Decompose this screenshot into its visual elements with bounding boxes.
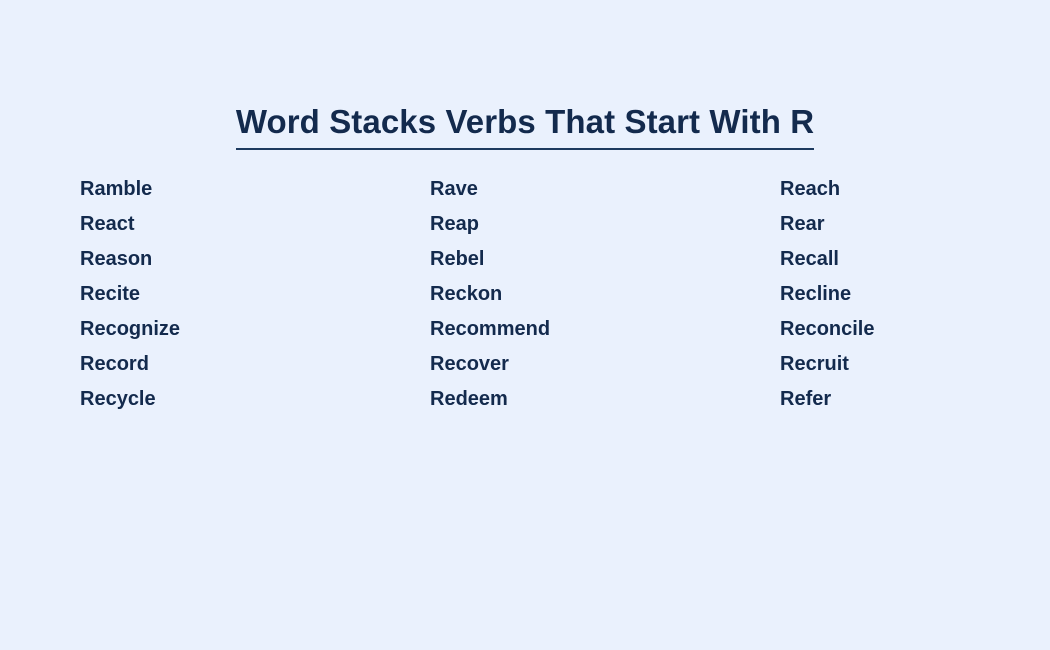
word-item: Reach: [780, 178, 841, 200]
word-grid: Ramble React Reason Recite Recognize Rec…: [80, 172, 980, 417]
word-item: Recover: [430, 353, 509, 375]
word-item: Recall: [780, 248, 839, 270]
word-item: Reap: [430, 213, 479, 235]
word-item: Rebel: [430, 248, 485, 270]
word-item: Recognize: [80, 318, 181, 340]
page-title: Word Stacks Verbs That Start With R: [235, 102, 815, 151]
word-item: Reconcile: [780, 318, 875, 340]
word-item: Record: [80, 353, 149, 375]
word-item: Recruit: [780, 353, 849, 375]
word-item: Recommend: [430, 318, 551, 340]
word-item: Refer: [780, 388, 832, 410]
word-item: Rear: [780, 213, 825, 235]
word-item: React: [80, 213, 135, 235]
word-item: Redeem: [430, 388, 508, 410]
word-item: Recline: [780, 283, 852, 305]
word-item: Recite: [80, 283, 141, 305]
title-block: Word Stacks Verbs That Start With R: [0, 80, 1050, 172]
word-item: Reason: [80, 248, 153, 270]
word-item: Recycle: [80, 388, 156, 410]
word-item: Reckon: [430, 283, 503, 305]
word-list-page: Word Stacks Verbs That Start With R Ramb…: [0, 0, 1050, 650]
word-item: Ramble: [80, 178, 153, 200]
word-item: Rave: [430, 178, 478, 200]
